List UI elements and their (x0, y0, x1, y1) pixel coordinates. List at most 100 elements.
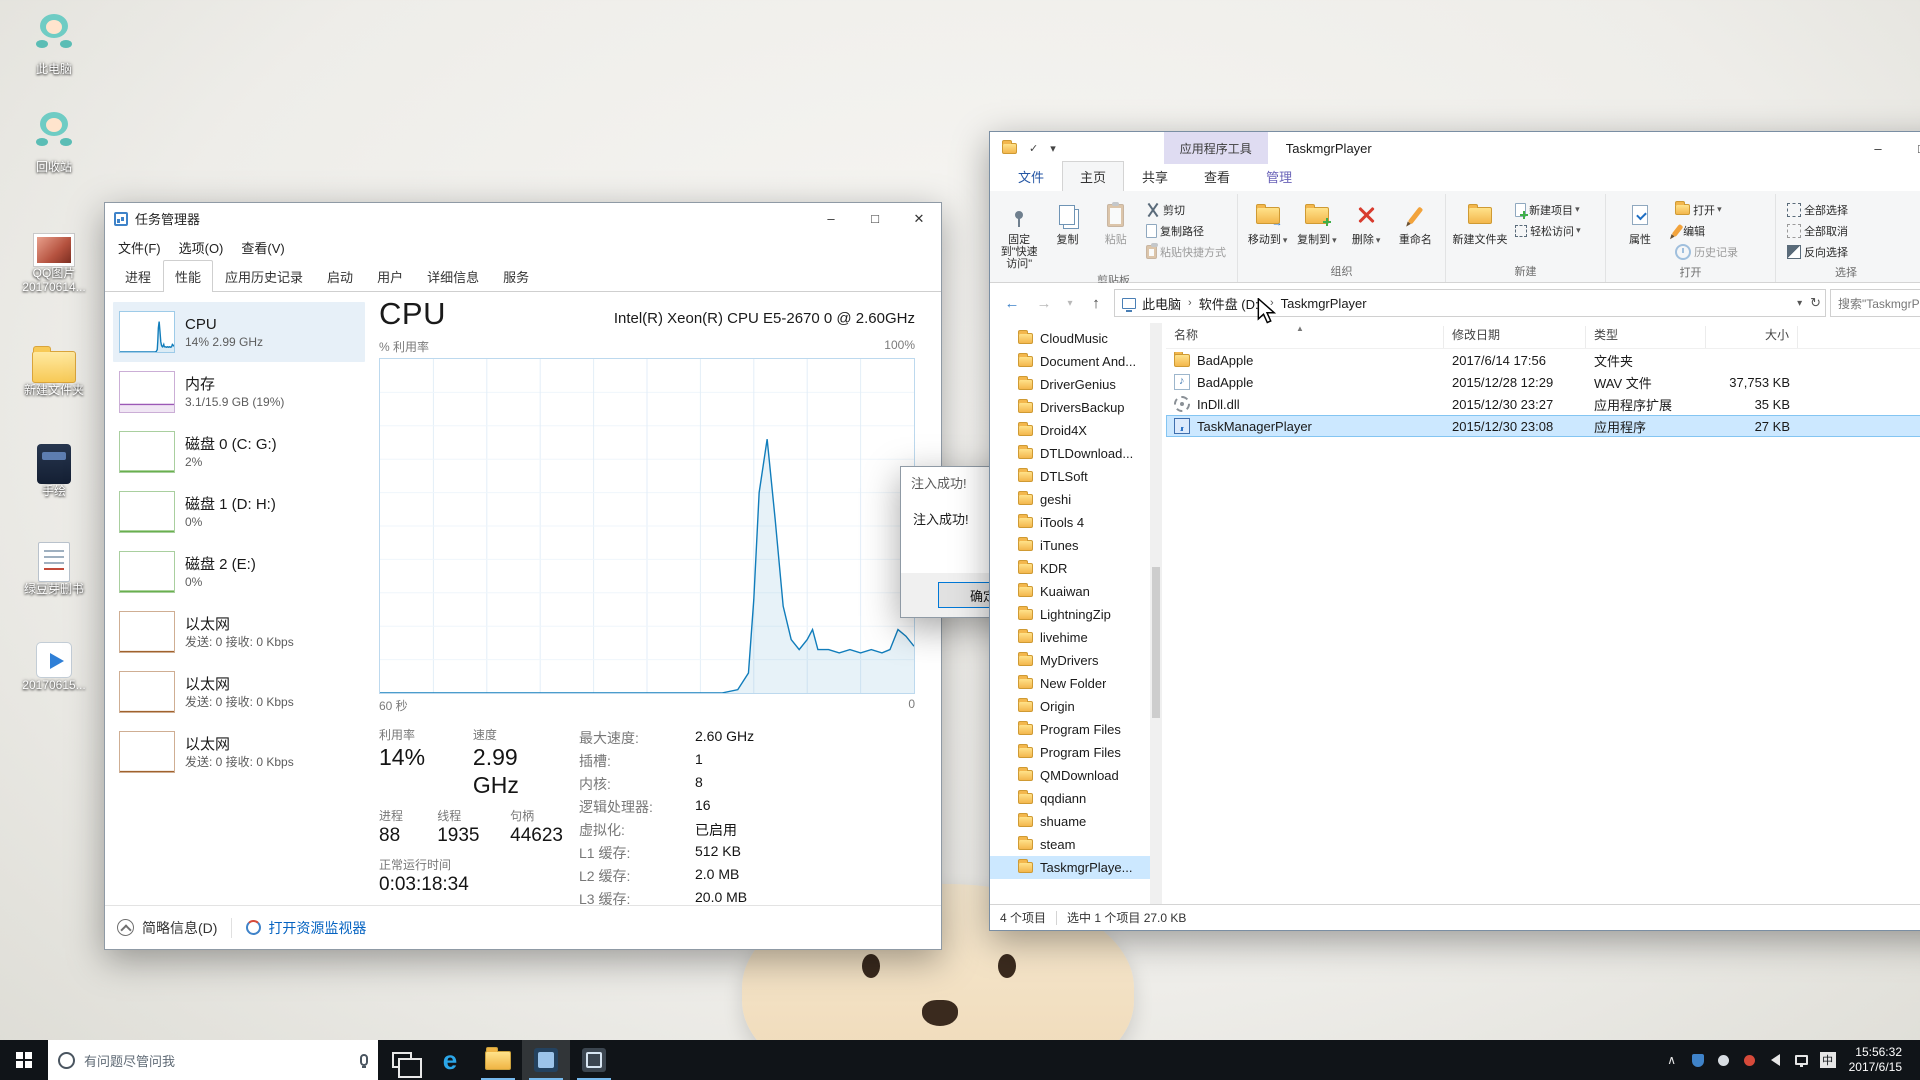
select-none-button[interactable]: 全部取消 (1782, 220, 1853, 241)
perf-sidebar-item[interactable]: 磁盘 1 (D: H:) 0% (113, 482, 365, 542)
perf-sidebar-item[interactable]: CPU 14% 2.99 GHz (113, 302, 365, 362)
file-row[interactable]: TaskManagerPlayer 2015/12/30 23:08 应用程序 … (1166, 415, 1920, 437)
edge-taskbar-button[interactable]: e (426, 1040, 474, 1080)
desktop-icon[interactable]: 手绘 (8, 441, 100, 498)
desktop-icon[interactable]: QQ图片 20170614... (8, 227, 100, 294)
address-dropdown-chevron-icon[interactable]: ▾ (1797, 298, 1802, 309)
new-item-button[interactable]: 新建项目 ▾ (1510, 199, 1586, 220)
taskmgr-maximize-button[interactable]: □ (853, 203, 897, 234)
address-field[interactable]: 此电脑 › 软件盘 (D:) › TaskmgrPlayer ▾ ↻ (1114, 289, 1826, 317)
up-button[interactable]: ↑ (1082, 290, 1110, 316)
tree-folder-item[interactable]: shuame (990, 810, 1150, 833)
search-input[interactable]: 搜索"TaskmgrPla... (1830, 289, 1920, 317)
tree-folder-item[interactable]: QMDownload (990, 764, 1150, 787)
tab-processes[interactable]: 进程 (113, 260, 163, 292)
history-button[interactable]: 历史记录 (1670, 241, 1743, 262)
easy-access-button[interactable]: 轻松访问 ▾ (1510, 220, 1586, 241)
ime-indicator[interactable]: 中 (1815, 1040, 1841, 1080)
copy-button[interactable]: 复制 (1044, 196, 1090, 246)
tab-performance[interactable]: 性能 (163, 260, 214, 292)
tree-folder-item[interactable]: DTLDownload... (990, 442, 1150, 465)
tree-folder-item[interactable]: qqdiann (990, 787, 1150, 810)
cortana-search-box[interactable]: 有问题尽管问我 (48, 1040, 378, 1080)
perf-sidebar-item[interactable]: 以太网 发送: 0 接收: 0 Kbps (113, 722, 365, 782)
tree-folder-item[interactable]: geshi (990, 488, 1150, 511)
qq-icon[interactable] (1711, 1040, 1737, 1080)
column-header-size[interactable]: 大小 (1706, 326, 1798, 348)
application-tools-tab[interactable]: 应用程序工具 (1163, 132, 1268, 164)
taskmgr-titlebar[interactable]: 任务管理器 – □ ✕ (105, 203, 941, 234)
breadcrumb-drive-d[interactable]: 软件盘 (D:) (1199, 294, 1263, 313)
tree-folder-item[interactable]: Program Files (990, 741, 1150, 764)
task-manager-taskbar-button[interactable] (570, 1040, 618, 1080)
tree-folder-item[interactable]: KDR (990, 557, 1150, 580)
tab-home[interactable]: 主页 (1062, 161, 1125, 191)
tree-folder-item[interactable]: steam (990, 833, 1150, 856)
tree-folder-item[interactable]: LightningZip (990, 603, 1150, 626)
tree-folder-item[interactable]: TaskmgrPlaye... (990, 856, 1150, 879)
file-explorer-taskbar-button[interactable] (474, 1040, 522, 1080)
qat-customize-chevron-icon[interactable]: ▾ (1050, 142, 1056, 155)
desktop-icon[interactable]: 回收站 (8, 110, 100, 174)
file-row[interactable]: InDll.dll 2015/12/30 23:27 应用程序扩展 35 KB (1166, 393, 1920, 415)
open-resource-monitor-link[interactable]: 打开资源监视器 (246, 918, 366, 938)
taskbar-clock[interactable]: 15:56:32 2017/6/15 (1841, 1045, 1914, 1075)
open-button[interactable]: 打开 ▾ (1670, 199, 1743, 220)
column-header-type[interactable]: 类型 (1586, 326, 1706, 348)
copy-to-button[interactable]: 复制到 ▾ (1293, 196, 1340, 246)
properties-button[interactable]: 属性 (1612, 196, 1668, 246)
start-button[interactable] (0, 1040, 48, 1080)
invert-selection-button[interactable]: 反向选择 (1782, 241, 1853, 262)
tree-folder-item[interactable]: iTunes (990, 534, 1150, 557)
security-shield-icon[interactable] (1685, 1040, 1711, 1080)
tab-view[interactable]: 查看 (1186, 161, 1248, 191)
cpu-usage-graph[interactable] (379, 358, 915, 694)
recent-locations-chevron-icon[interactable]: ▾ (1062, 290, 1078, 316)
taskmgr-close-button[interactable]: ✕ (897, 203, 941, 234)
tree-folder-item[interactable]: DTLSoft (990, 465, 1150, 488)
update-icon[interactable] (1737, 1040, 1763, 1080)
edit-button[interactable]: 编辑 (1670, 220, 1743, 241)
tree-folder-item[interactable]: Kuaiwan (990, 580, 1150, 603)
paste-shortcut-button[interactable]: 粘贴快捷方式 (1141, 241, 1231, 262)
desktop-icon[interactable]: 20170615... (8, 637, 100, 692)
tree-folder-item[interactable]: Document And... (990, 350, 1150, 373)
tree-folder-item[interactable]: DriverGenius (990, 373, 1150, 396)
explorer-titlebar[interactable]: ✓ ▾ 应用程序工具 TaskmgrPlayer – □ ✕ (990, 132, 1920, 164)
copy-path-button[interactable]: 复制路径 (1141, 220, 1231, 241)
hidden-icons-chevron[interactable]: ∧ (1659, 1040, 1685, 1080)
file-row[interactable]: BadApple 2015/12/28 12:29 WAV 文件 37,753 … (1166, 371, 1920, 393)
tab-app-history[interactable]: 应用历史记录 (213, 260, 315, 292)
refresh-icon[interactable]: ↻ (1810, 295, 1821, 311)
volume-icon[interactable] (1763, 1040, 1789, 1080)
perf-sidebar-item[interactable]: 以太网 发送: 0 接收: 0 Kbps (113, 602, 365, 662)
qat-check-icon[interactable]: ✓ (1029, 142, 1038, 155)
delete-button[interactable]: 删除 ▾ (1343, 196, 1390, 246)
taskmgr-minimize-button[interactable]: – (809, 203, 853, 234)
perf-sidebar-item[interactable]: 以太网 发送: 0 接收: 0 Kbps (113, 662, 365, 722)
desktop-icon[interactable]: 绿豆芽删书 (8, 539, 100, 596)
tree-folder-item[interactable]: Droid4X (990, 419, 1150, 442)
breadcrumb-this-pc[interactable]: 此电脑 (1142, 294, 1181, 313)
microphone-icon[interactable] (360, 1054, 368, 1068)
tree-folder-item[interactable]: Origin (990, 695, 1150, 718)
explorer-maximize-button[interactable]: □ (1900, 132, 1920, 164)
tree-folder-item[interactable]: New Folder (990, 672, 1150, 695)
menu-file[interactable]: 文件(F) (109, 234, 170, 261)
column-header-name[interactable]: 名称 (1166, 326, 1444, 348)
back-button[interactable]: ← (998, 290, 1026, 316)
tree-scrollbar[interactable] (1150, 323, 1162, 904)
tree-folder-item[interactable]: DriversBackup (990, 396, 1150, 419)
menu-options[interactable]: 选项(O) (170, 234, 233, 261)
scrollbar-thumb[interactable] (1152, 567, 1160, 719)
task-view-button[interactable] (378, 1040, 426, 1080)
tab-services[interactable]: 服务 (491, 260, 541, 292)
breadcrumb-taskmgrplayer[interactable]: TaskmgrPlayer (1281, 296, 1367, 311)
tree-folder-item[interactable]: iTools 4 (990, 511, 1150, 534)
explorer-minimize-button[interactable]: – (1856, 132, 1900, 164)
tab-share[interactable]: 共享 (1124, 161, 1186, 191)
move-to-button[interactable]: 移动到▾ (1244, 196, 1291, 246)
tab-file[interactable]: 文件 (1000, 161, 1062, 191)
taskmgr-player-taskbar-button[interactable] (522, 1040, 570, 1080)
tree-folder-item[interactable]: MyDrivers (990, 649, 1150, 672)
